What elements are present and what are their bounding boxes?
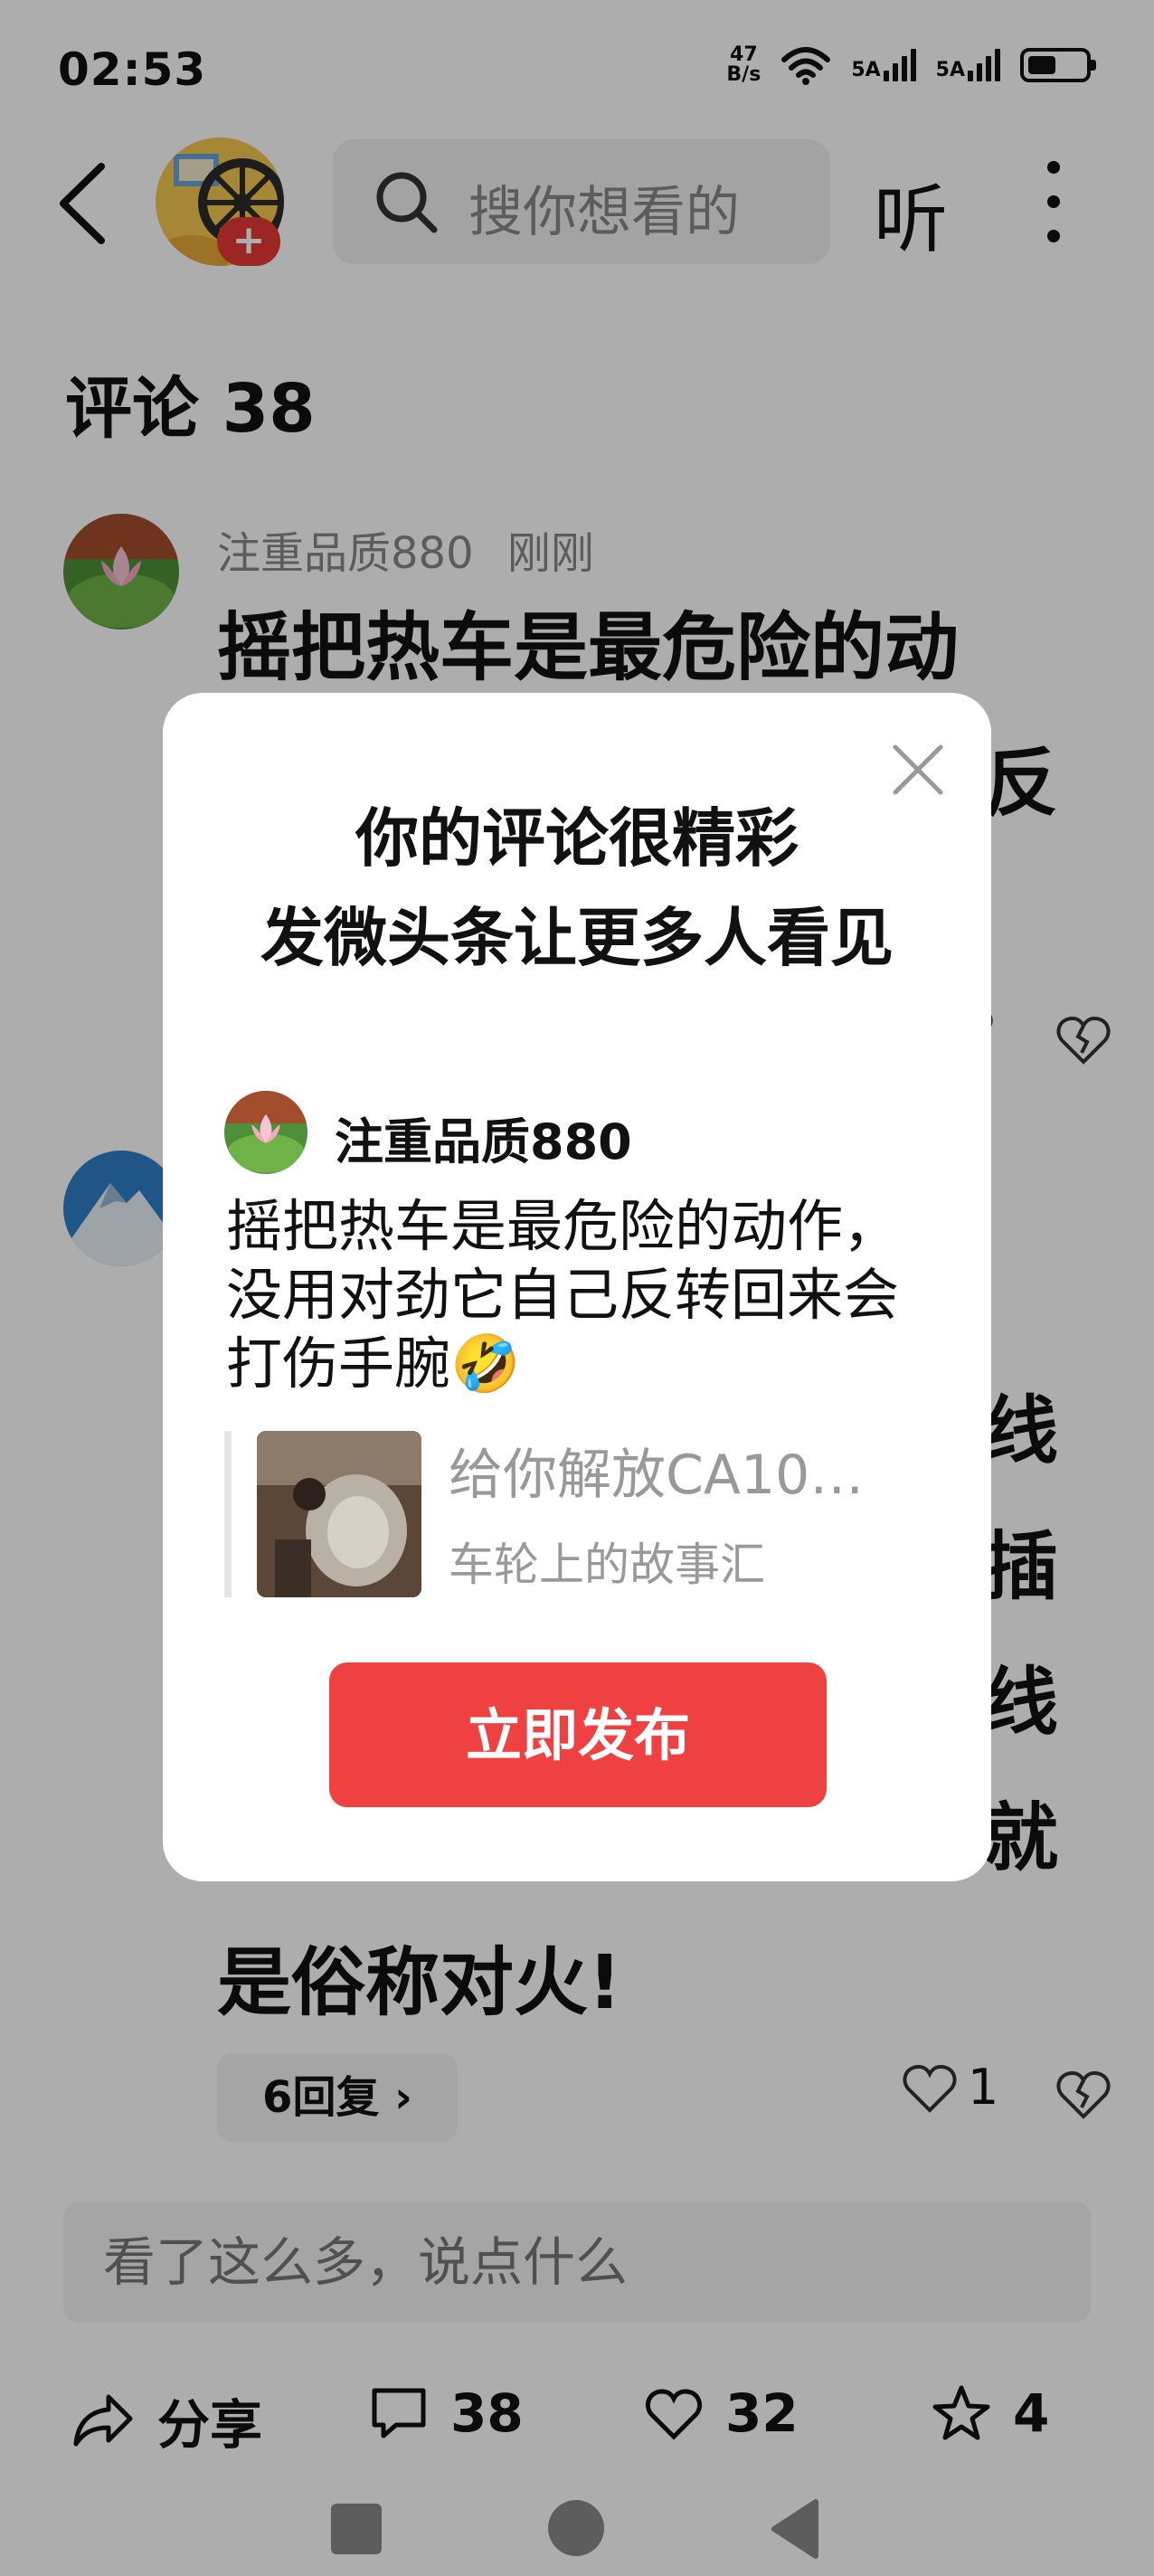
laughing-emoji: 🤣 [450, 1331, 521, 1397]
article-title: 给你解放CA10… [449, 1444, 865, 1507]
publish-button[interactable]: 立即发布 [329, 1662, 827, 1807]
article-source: 车轮上的故事汇 [449, 1539, 765, 1591]
dialog-comment-text: 摇把热车是最危险的动作，没用对劲它自己反转回来会打伤手腕🤣 [226, 1193, 900, 1397]
dialog-title-line2: 发微头条让更多人看见 [260, 901, 894, 975]
engine-image [257, 1431, 421, 1597]
dialog-user-avatar [224, 1091, 307, 1174]
dialog-username: 注重品质880 [335, 1113, 632, 1170]
lotus-icon [224, 1091, 307, 1174]
quote-divider [224, 1431, 232, 1597]
article-thumbnail [257, 1431, 421, 1597]
dialog-title-line1: 你的评论很精彩 [355, 801, 799, 876]
